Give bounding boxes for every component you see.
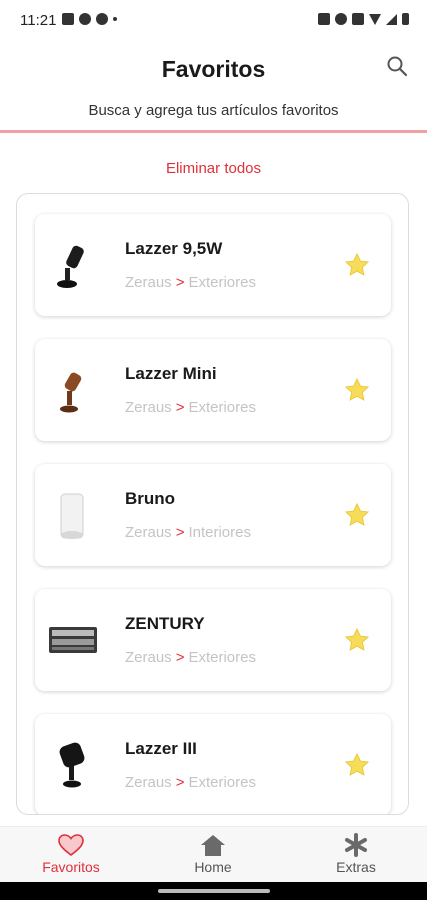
- breadcrumb-separator: >: [175, 774, 185, 791]
- star-icon[interactable]: [343, 376, 371, 404]
- product-brand: Zeraus: [125, 774, 172, 791]
- heart-icon: [58, 834, 84, 857]
- product-category: Exteriores: [188, 274, 256, 291]
- home-gesture-pill[interactable]: [158, 889, 270, 893]
- favorites-screen: 11:21 Favoritos Busca y agrega tus artíc…: [0, 0, 427, 900]
- nav-favorites[interactable]: Favoritos: [16, 833, 126, 875]
- system-icons: [318, 13, 409, 25]
- nav-home[interactable]: Home: [158, 833, 268, 875]
- product-category: Exteriores: [188, 649, 256, 666]
- star-icon[interactable]: [343, 751, 371, 779]
- nav-favorites-label: Favoritos: [42, 859, 100, 875]
- search-icon: [387, 56, 408, 77]
- star-icon[interactable]: [343, 626, 371, 654]
- product-breadcrumb: Zeraus > Interiores: [125, 524, 251, 541]
- product-name: ZENTURY: [125, 614, 205, 633]
- page-title: Favoritos: [161, 56, 266, 82]
- mute-icon: [352, 13, 364, 25]
- notification-icons: [62, 13, 117, 25]
- signal-icon: [386, 13, 397, 25]
- favorite-item[interactable]: Lazzer Mini Zeraus > Exteriores: [35, 339, 391, 441]
- product-name: Lazzer Mini: [125, 364, 217, 383]
- product-breadcrumb: Zeraus > Exteriores: [125, 774, 256, 791]
- more-notifications-icon: [113, 17, 117, 21]
- nav-home-label: Home: [194, 859, 232, 875]
- product-image: [57, 245, 84, 288]
- system-navigation-bar: [0, 882, 427, 900]
- wifi-icon: [369, 13, 381, 25]
- product-name: Bruno: [125, 489, 176, 508]
- breadcrumb-separator: >: [175, 524, 185, 541]
- home-icon: [201, 835, 225, 856]
- star-icon[interactable]: [343, 501, 371, 529]
- favorite-item[interactable]: Lazzer III Zeraus > Exteriores: [35, 714, 391, 814]
- product-name: Lazzer 9,5W: [125, 239, 223, 258]
- product-brand: Zeraus: [125, 399, 172, 416]
- product-image: [60, 372, 82, 413]
- status-time: 11:21: [20, 12, 57, 29]
- product-breadcrumb: Zeraus > Exteriores: [125, 649, 256, 666]
- delete-all-button[interactable]: Eliminar todos: [0, 160, 427, 177]
- product-category: Interiores: [188, 524, 251, 541]
- nav-extras[interactable]: Extras: [301, 833, 411, 875]
- gallery-icon: [62, 13, 74, 25]
- favorites-list[interactable]: Lazzer 9,5W Zeraus > Exteriores Lazzer Min…: [16, 193, 409, 815]
- asterisk-icon: [345, 833, 367, 857]
- product-brand: Zeraus: [125, 274, 172, 291]
- product-brand: Zeraus: [125, 649, 172, 666]
- favorite-item[interactable]: Bruno Zeraus > Interiores: [35, 464, 391, 566]
- battery-icon: [402, 13, 409, 25]
- product-breadcrumb: Zeraus > Exteriores: [125, 274, 256, 291]
- breadcrumb-separator: >: [175, 274, 185, 291]
- favorite-item[interactable]: Lazzer 9,5W Zeraus > Exteriores: [35, 214, 391, 316]
- status-bar: 11:21: [0, 0, 427, 40]
- cloud-icon: [96, 13, 108, 25]
- lock-icon: [318, 13, 330, 25]
- product-breadcrumb: Zeraus > Exteriores: [125, 399, 256, 416]
- product-category: Exteriores: [188, 774, 256, 791]
- product-category: Exteriores: [188, 399, 256, 416]
- search-button[interactable]: [385, 54, 409, 78]
- product-image: [59, 742, 85, 788]
- nav-extras-label: Extras: [336, 859, 376, 875]
- product-brand: Zeraus: [125, 524, 172, 541]
- star-icon[interactable]: [343, 251, 371, 279]
- page-subtitle: Busca y agrega tus artículos favoritos: [88, 102, 339, 119]
- alarm-icon: [335, 13, 347, 25]
- breadcrumb-separator: >: [175, 649, 185, 666]
- header-divider: [0, 130, 427, 133]
- product-image: [60, 493, 84, 539]
- product-image: [49, 627, 97, 653]
- bottom-navigation: Favoritos Home Extras: [0, 826, 427, 883]
- favorite-item[interactable]: ZENTURY Zeraus > Exteriores: [35, 589, 391, 691]
- breadcrumb-separator: >: [175, 399, 185, 416]
- product-name: Lazzer III: [125, 739, 197, 758]
- twitter-icon: [79, 13, 91, 25]
